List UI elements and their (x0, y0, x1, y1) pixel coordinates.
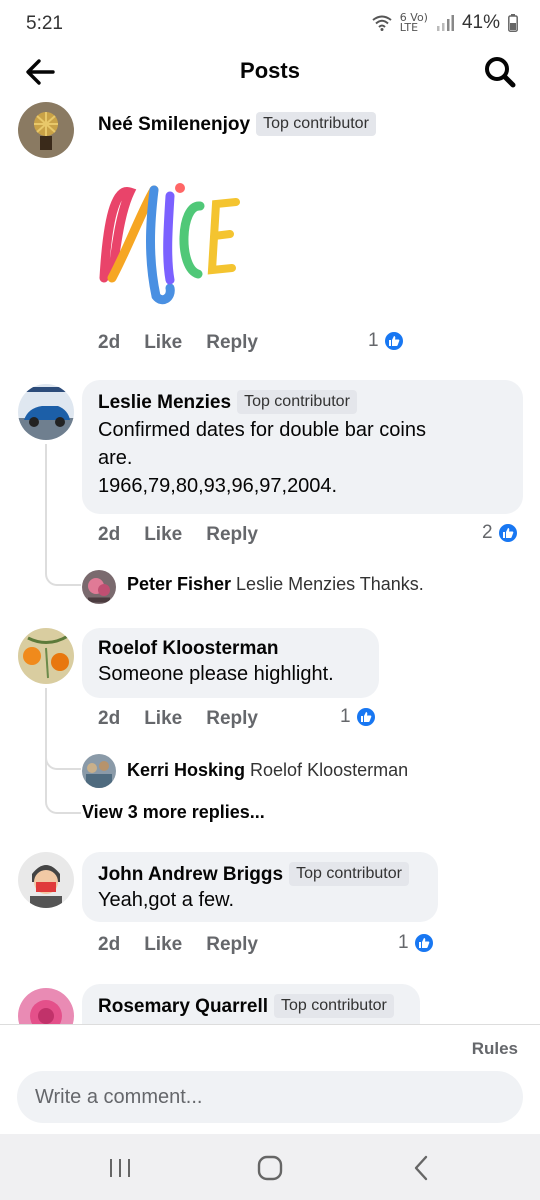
battery-percent: 41% (461, 12, 500, 33)
comment-header: Leslie Menzies Top contributor (98, 390, 507, 414)
commenter-name[interactable]: John Andrew Briggs (98, 864, 283, 885)
reaction-number: 1 (398, 932, 409, 953)
commenter-name[interactable]: Roelof Kloosterman (98, 638, 363, 660)
avatar[interactable] (18, 852, 74, 908)
thread-connector (45, 688, 81, 814)
comment-actions: 2d Like Reply (98, 708, 258, 730)
comment-actions: 2d Like Reply (98, 524, 258, 546)
status-bar: 5:21 6 Vo) LTE 41% (0, 0, 540, 48)
system-back-button[interactable] (402, 1152, 442, 1184)
comment-bubble[interactable]: Rosemary Quarrell Top contributor (82, 984, 420, 1024)
reply-button[interactable]: Reply (206, 708, 258, 730)
reply-button[interactable]: Reply (206, 332, 258, 354)
reaction-count[interactable]: 1 (340, 706, 377, 728)
reply-text: Leslie Menzies Thanks. (236, 574, 424, 594)
recents-icon (110, 1159, 130, 1177)
lte-label: LTE (399, 21, 419, 34)
comment-bubble[interactable]: Roelof Kloosterman Someone please highli… (82, 628, 379, 698)
reaction-number: 1 (340, 706, 351, 727)
thumbs-up-icon (382, 330, 405, 352)
reply-button[interactable]: Reply (206, 934, 258, 956)
reply-author[interactable]: Peter Fisher (127, 574, 231, 595)
comment-text-line: 1966,79,80,93,96,97,2004. (98, 475, 338, 497)
page-title: Posts (240, 58, 300, 83)
comment-text-line: Confirmed dates for double bar coins (98, 419, 426, 441)
comment-text: Confirmed dates for double bar coins are… (98, 416, 507, 500)
avatar[interactable] (18, 102, 74, 158)
comment-time[interactable]: 2d (98, 332, 120, 354)
like-button[interactable]: Like (144, 934, 182, 956)
comment-header: Neé Smilenenjoy Top contributor (98, 112, 376, 136)
commenter-name[interactable]: Leslie Menzies (98, 392, 231, 413)
status-icons: 6 Vo) LTE 41% (372, 12, 518, 34)
reply-preview[interactable]: Kerri Hosking Roelof Kloosterman (127, 760, 408, 781)
comment-text-line: are. (98, 447, 133, 469)
comment-header: Rosemary Quarrell Top contributor (98, 994, 404, 1018)
home-button[interactable] (250, 1152, 290, 1184)
comment-composer-panel: Rules (0, 1024, 540, 1134)
view-more-replies-link[interactable]: View 3 more replies... (82, 802, 265, 823)
system-nav-bar (0, 1134, 540, 1200)
reply-preview[interactable]: Peter Fisher Leslie Menzies Thanks. (127, 574, 424, 595)
avatar[interactable] (18, 628, 74, 684)
reply-avatar[interactable] (82, 570, 116, 604)
top-contributor-badge: Top contributor (289, 862, 409, 886)
comment-actions: 2d Like Reply (98, 934, 258, 956)
rules-link[interactable]: Rules (472, 1039, 518, 1059)
reaction-count[interactable]: 2 (482, 522, 519, 544)
search-button[interactable] (482, 54, 518, 90)
network-indicator: 6 Vo) LTE (399, 12, 428, 34)
comment-time[interactable]: 2d (98, 524, 120, 546)
chevron-left-icon (414, 1155, 428, 1181)
search-icon (485, 57, 516, 88)
reply-button[interactable]: Reply (206, 524, 258, 546)
reaction-count[interactable]: 1 (368, 330, 405, 352)
recent-apps-button[interactable] (100, 1152, 140, 1184)
reaction-count[interactable]: 1 (398, 932, 435, 954)
status-time: 5:21 (26, 13, 63, 34)
commenter-name[interactable]: Rosemary Quarrell (98, 996, 268, 1017)
comment-time[interactable]: 2d (98, 708, 120, 730)
comment-bubble[interactable]: John Andrew Briggs Top contributor Yeah,g… (82, 852, 438, 922)
thumbs-up-icon (496, 522, 519, 544)
wifi-icon (372, 15, 392, 31)
top-contributor-badge: Top contributor (274, 994, 394, 1018)
battery-icon (508, 14, 518, 32)
commenter-name[interactable]: Neé Smilenenjoy (98, 114, 250, 135)
thumbs-up-icon (354, 706, 377, 728)
signal-icon (436, 15, 454, 31)
like-button[interactable]: Like (144, 708, 182, 730)
avatar[interactable] (18, 384, 74, 440)
app-header: Posts (0, 48, 540, 96)
comment-header: John Andrew Briggs Top contributor (98, 862, 422, 886)
thumbs-up-icon (412, 932, 435, 954)
nice-sticker-icon (98, 178, 240, 313)
comments-feed[interactable]: Neé Smilenenjoy Top contributor 2d Like R… (0, 96, 540, 1024)
home-icon (257, 1155, 283, 1181)
comment-actions: 2d Like Reply (98, 332, 258, 354)
top-contributor-badge: Top contributor (237, 390, 357, 414)
comment-text: Yeah,got a few. (98, 889, 235, 911)
reaction-number: 1 (368, 330, 379, 351)
top-contributor-badge: Top contributor (256, 112, 376, 136)
like-button[interactable]: Like (144, 524, 182, 546)
reply-avatar[interactable] (82, 754, 116, 788)
comment-text: Someone please highlight. (98, 663, 334, 685)
like-button[interactable]: Like (144, 332, 182, 354)
comment-time[interactable]: 2d (98, 934, 120, 956)
reply-author[interactable]: Kerri Hosking (127, 760, 245, 781)
comment-input[interactable] (17, 1071, 523, 1123)
reply-text: Roelof Kloosterman (250, 760, 409, 780)
comment-bubble[interactable]: Leslie Menzies Top contributor Confirmed … (82, 380, 523, 514)
avatar[interactable] (18, 988, 74, 1024)
reaction-number: 2 (482, 522, 493, 543)
thread-connector (45, 444, 81, 586)
